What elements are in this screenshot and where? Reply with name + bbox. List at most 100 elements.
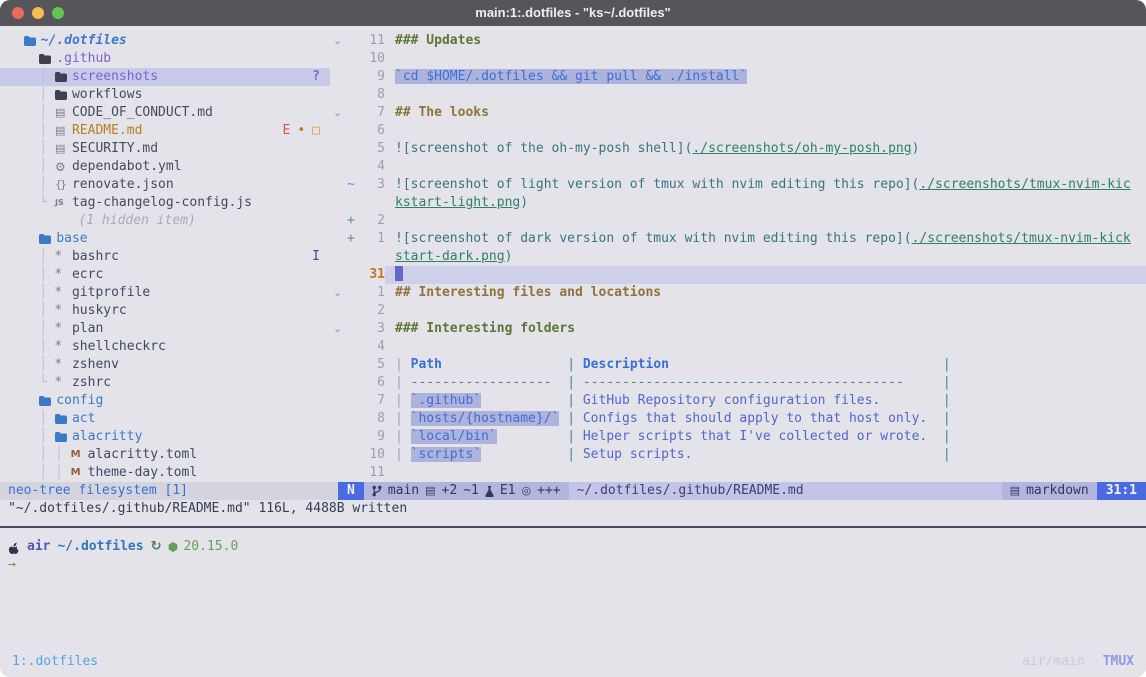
fold-chevron-icon[interactable]: ⌄ [330,320,347,338]
close-button[interactable] [12,7,24,19]
line-text[interactable]: ### Updates [385,32,1146,50]
line-text[interactable]: | `.github` | GitHub Repository configur… [385,392,1146,410]
tmux-window-tab[interactable]: 1:.dotfiles [12,653,98,671]
text-segment [552,375,568,390]
line-text[interactable] [385,464,1146,482]
line-number [359,194,385,212]
line-text[interactable]: | ------------------ | -----------------… [385,374,1146,392]
tree-item[interactable]: │ screenshots? [0,68,330,86]
tree-indent-guide [8,50,39,68]
tree-item[interactable]: ~/.dotfiles [0,32,330,50]
editor-line[interactable]: 10| `scripts` | Setup scripts. | [330,446,1146,464]
editor-line[interactable]: 7| `.github` | GitHub Repository configu… [330,392,1146,410]
tree-item[interactable]: │ *bashrcI [0,248,330,266]
line-text[interactable]: | `scripts` | Setup scripts. | [385,446,1146,464]
shell-pane[interactable]: air ~/.dotfiles ↻ 20.15.0 → [0,528,1146,574]
tree-item[interactable]: │ {}renovate.json [0,176,330,194]
editor-line[interactable]: ~3![screenshot of light version of tmux … [330,176,1146,194]
editor-line[interactable]: +2 [330,212,1146,230]
tree-item[interactable]: │ workflows [0,86,330,104]
line-text[interactable]: ![screenshot of light version of tmux wi… [385,176,1146,194]
editor-line[interactable]: 6| ------------------ | ----------------… [330,374,1146,392]
tree-item[interactable]: │ *shellcheckrc [0,338,330,356]
tree-item[interactable]: │ *gitprofile [0,284,330,302]
line-text[interactable] [385,212,1146,230]
editor-line[interactable]: 8 [330,86,1146,104]
fold-chevron-icon[interactable]: ⌄ [330,104,347,122]
fold-column [330,122,347,140]
line-text[interactable]: ![screenshot of the oh-my-posh shell](./… [385,140,1146,158]
titlebar[interactable]: main:1:.dotfiles - "ks~/.dotfiles" [0,0,1146,26]
editor-line[interactable]: 2 [330,302,1146,320]
editor-line[interactable]: 4 [330,338,1146,356]
git-sign-column [347,248,359,266]
tree-item[interactable]: │ *huskyrc [0,302,330,320]
line-text[interactable] [385,338,1146,356]
tree-item[interactable]: │ │ Malacritty.toml [0,446,330,464]
editor-line[interactable]: 9| `local/bin` | Helper scripts that I'v… [330,428,1146,446]
line-text[interactable] [385,86,1146,104]
fold-column [330,212,347,230]
line-text[interactable]: ### Interesting folders [385,320,1146,338]
line-text[interactable]: | `hosts/{hostname}/` | Configs that sho… [385,410,1146,428]
line-text[interactable]: start-dark.png) [385,248,1146,266]
tree-item[interactable]: config [0,392,330,410]
line-text[interactable] [385,50,1146,68]
line-text[interactable] [385,302,1146,320]
star-icon: * [55,356,72,374]
git-sign-column [347,356,359,374]
editor-line[interactable]: 4 [330,158,1146,176]
line-text[interactable]: ## Interesting files and locations [385,284,1146,302]
tree-item[interactable]: │ *ecrc [0,266,330,284]
editor-line[interactable]: ⌄7## The looks [330,104,1146,122]
editor-line[interactable]: 10 [330,50,1146,68]
editor-line[interactable]: ⌄3### Interesting folders [330,320,1146,338]
editor-line[interactable]: kstart-light.png) [330,194,1146,212]
tree-item[interactable]: └ JStag-changelog-config.js [0,194,330,212]
tree-item[interactable]: └ *zshrc [0,374,330,392]
tree-item[interactable]: (1 hidden item) [0,212,330,230]
editor-line[interactable]: 6 [330,122,1146,140]
line-number: 6 [359,122,385,140]
tree-item[interactable]: │ act [0,410,330,428]
line-text[interactable]: `cd $HOME/.dotfiles && git pull && ./ins… [385,68,1146,86]
editor-line[interactable]: ⌄1## Interesting files and locations [330,284,1146,302]
tree-item[interactable]: base [0,230,330,248]
git-sign-column [347,410,359,428]
editor-line[interactable]: ⌄11### Updates [330,32,1146,50]
tree-item[interactable]: │ ▤CODE_OF_CONDUCT.md [0,104,330,122]
fold-chevron-icon[interactable]: ⌄ [330,284,347,302]
tree-item[interactable]: │ ▤README.mdE•□ [0,122,330,140]
editor-line[interactable]: 31 [330,266,1146,284]
neo-tree-sidebar[interactable]: ~/.dotfiles .github │ screenshots? │ wor… [0,26,330,482]
tree-item[interactable]: .github [0,50,330,68]
line-number: 31 [359,266,385,284]
line-text[interactable]: kstart-light.png) [385,194,1146,212]
tree-item[interactable]: │ │ Mtheme-day.toml [0,464,330,482]
tree-item[interactable]: │ alacritty [0,428,330,446]
line-text[interactable] [385,158,1146,176]
tree-indent-guide: │ │ [8,446,71,464]
editor-line[interactable]: +1![screenshot of dark version of tmux w… [330,230,1146,248]
tree-item[interactable]: │ *plan [0,320,330,338]
minimize-button[interactable] [32,7,44,19]
tree-item[interactable]: │ *zshenv [0,356,330,374]
editor-buffer[interactable]: ⌄11### Updates109`cd $HOME/.dotfiles && … [330,26,1146,482]
fold-column [330,464,347,482]
line-text[interactable] [385,266,1146,284]
line-text[interactable] [385,122,1146,140]
editor-line[interactable]: 9`cd $HOME/.dotfiles && git pull && ./in… [330,68,1146,86]
tree-item[interactable]: │ ▤SECURITY.md [0,140,330,158]
line-text[interactable]: | Path | Description | [385,356,1146,374]
line-text[interactable]: ## The looks [385,104,1146,122]
fold-chevron-icon[interactable]: ⌄ [330,32,347,50]
tree-item[interactable]: │ ⚙dependabot.yml [0,158,330,176]
editor-line[interactable]: 5![screenshot of the oh-my-posh shell](.… [330,140,1146,158]
editor-line[interactable]: 11 [330,464,1146,482]
line-text[interactable]: ![screenshot of dark version of tmux wit… [385,230,1146,248]
editor-line[interactable]: 5| Path | Description | [330,356,1146,374]
editor-line[interactable]: start-dark.png) [330,248,1146,266]
editor-line[interactable]: 8| `hosts/{hostname}/` | Configs that sh… [330,410,1146,428]
line-text[interactable]: | `local/bin` | Helper scripts that I've… [385,428,1146,446]
zoom-button[interactable] [52,7,64,19]
